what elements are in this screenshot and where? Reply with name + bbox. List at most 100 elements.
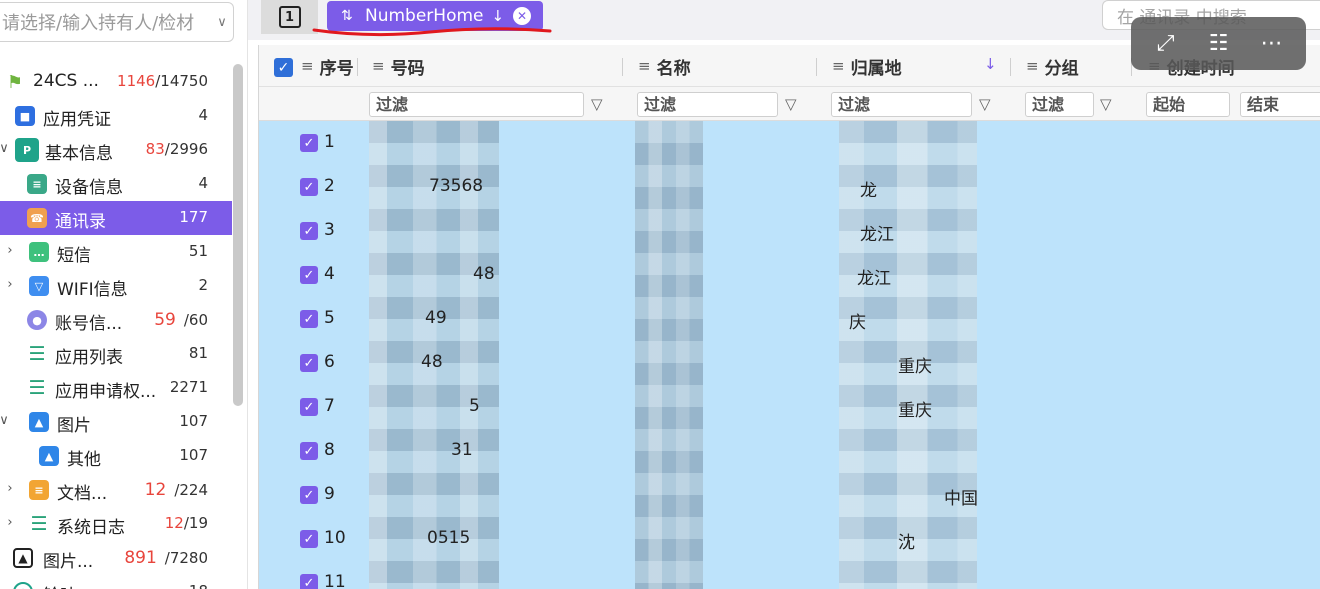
owner-select[interactable]: 请选择/输入持有人/检材 ∨ bbox=[0, 2, 234, 42]
row-checkbox[interactable]: ✓ bbox=[300, 134, 318, 152]
table-row[interactable]: ✓ 10 0515 沈 bbox=[259, 517, 1320, 561]
chevron-right-icon[interactable]: › bbox=[4, 515, 16, 531]
document-icon: ≡ bbox=[29, 480, 49, 500]
table-row[interactable]: ✓ 2 73568 龙 bbox=[259, 165, 1320, 209]
table-row[interactable]: ✓ 7 5 重庆 bbox=[259, 385, 1320, 429]
tree-item-device[interactable]: ⚑ 24CS ... 1146/14750 bbox=[0, 65, 232, 99]
column-menu-icon[interactable]: ≡ bbox=[301, 57, 314, 75]
expand-icon[interactable]: ⤢ bbox=[1151, 29, 1181, 59]
tree-item-count: 177 bbox=[179, 208, 208, 226]
tree-item-basic-info[interactable]: ∨ P 基本信息 83/2996 bbox=[0, 133, 232, 167]
filter-row: 过滤 ▽ 过滤 ▽ 过滤 ▽ 过滤 ▽ 起始 结束 bbox=[259, 87, 1320, 121]
owner-select-placeholder: 请选择/输入持有人/检材 bbox=[2, 13, 195, 34]
text-recognize-icon[interactable]: ☷ bbox=[1204, 29, 1234, 59]
column-separator[interactable] bbox=[622, 58, 623, 76]
tree-item-count: 891/7280 bbox=[124, 548, 208, 568]
tree-item-documents[interactable]: › ≡ 文档... 12/224 bbox=[0, 473, 232, 507]
filter-input-name[interactable]: 过滤 bbox=[637, 92, 778, 117]
tree-item-label: 应用凭证 bbox=[43, 110, 111, 130]
filter-input-group[interactable]: 过滤 bbox=[1025, 92, 1094, 117]
red-underline-annotation bbox=[312, 27, 552, 37]
contacts-icon: ☎ bbox=[27, 208, 47, 228]
tree-item-images[interactable]: ∨ ▲ 图片 107 bbox=[0, 405, 232, 439]
tree-item-system-log[interactable]: › ☰ 系统日志 12/19 bbox=[0, 507, 232, 541]
column-menu-icon[interactable]: ≡ bbox=[638, 57, 651, 75]
tree-item-count: 2 bbox=[198, 276, 208, 294]
chevron-right-icon[interactable]: › bbox=[4, 243, 16, 259]
filter-input-number[interactable]: 过滤 bbox=[369, 92, 584, 117]
app-list-icon: ☰ bbox=[28, 343, 46, 365]
filter-icon[interactable]: ▽ bbox=[785, 95, 797, 113]
chevron-down-icon[interactable]: ∨ bbox=[0, 141, 10, 157]
cell-location: 重庆 bbox=[898, 357, 932, 377]
window-control-overlay: ⤢ ☷ ⋯ bbox=[1131, 17, 1306, 70]
row-checkbox[interactable]: ✓ bbox=[300, 354, 318, 372]
row-checkbox[interactable]: ✓ bbox=[300, 442, 318, 460]
chevron-right-icon[interactable]: › bbox=[4, 277, 16, 293]
tree-item-app-list[interactable]: ☰ 应用列表 81 bbox=[0, 337, 232, 371]
table-row[interactable]: ✓ 9 中国 bbox=[259, 473, 1320, 517]
filter-input-location[interactable]: 过滤 bbox=[831, 92, 972, 117]
tree-item-app-credential[interactable]: ■ 应用凭证 4 bbox=[0, 99, 232, 133]
chevron-right-icon[interactable]: › bbox=[4, 481, 16, 497]
tree-item-ringtones[interactable]: ◉ 铃吐 18 bbox=[0, 575, 232, 589]
tree-item-wifi[interactable]: › ▽ WIFI信息 2 bbox=[0, 269, 232, 303]
table-row[interactable]: ✓ 3 龙江 bbox=[259, 209, 1320, 253]
column-menu-icon[interactable]: ≡ bbox=[832, 57, 845, 75]
row-checkbox[interactable]: ✓ bbox=[300, 486, 318, 504]
filter-icon[interactable]: ▽ bbox=[979, 95, 991, 113]
column-header-number[interactable]: ≡ 号码 bbox=[372, 45, 425, 87]
row-checkbox[interactable]: ✓ bbox=[300, 222, 318, 240]
cell-location: 龙江 bbox=[857, 269, 891, 289]
column-header-index[interactable]: ≡ 序号 bbox=[301, 45, 354, 87]
tree-item-photos[interactable]: ▲ 图片... 891/7280 bbox=[0, 541, 232, 575]
tree-item-count: 51 bbox=[188, 242, 208, 260]
table-row[interactable]: ✓ 1 bbox=[259, 121, 1320, 165]
table-row[interactable]: ✓ 6 48 重庆 bbox=[259, 341, 1320, 385]
table-row[interactable]: ✓ 4 48 龙江 bbox=[259, 253, 1320, 297]
tree-item-device-info[interactable]: ≡ 设备信息 4 bbox=[0, 167, 232, 201]
row-checkbox[interactable]: ✓ bbox=[300, 310, 318, 328]
chevron-down-icon[interactable]: ∨ bbox=[211, 15, 233, 30]
column-menu-icon[interactable]: ≡ bbox=[372, 57, 385, 75]
filter-input-start-time[interactable]: 起始 bbox=[1146, 92, 1230, 117]
table-row[interactable]: ✓ 5 49 庆 bbox=[259, 297, 1320, 341]
column-header-location[interactable]: ≡ 归属地 bbox=[832, 45, 902, 87]
column-header-group[interactable]: ≡ 分组 bbox=[1026, 45, 1079, 87]
row-checkbox[interactable]: ✓ bbox=[300, 398, 318, 416]
tree-item-label: 文档... bbox=[57, 484, 108, 504]
row-checkbox[interactable]: ✓ bbox=[300, 574, 318, 589]
column-separator[interactable] bbox=[357, 58, 358, 76]
column-menu-icon[interactable]: ≡ bbox=[1026, 57, 1039, 75]
tree-item-label: 其他 bbox=[67, 450, 101, 470]
cell-number: 49 bbox=[425, 308, 447, 328]
column-separator[interactable] bbox=[1010, 58, 1011, 76]
tree-item-contacts[interactable]: ☎ 通讯录 177 bbox=[0, 201, 232, 235]
row-checkbox[interactable]: ✓ bbox=[300, 530, 318, 548]
sort-desc-icon[interactable]: ↓ bbox=[984, 55, 997, 73]
app-window: 请选择/输入持有人/检材 ∨ ⚑ 24CS ... 1146/14750 ■ 应… bbox=[0, 0, 1320, 589]
sidebar-scrollbar[interactable] bbox=[233, 64, 243, 406]
account-icon: ● bbox=[27, 310, 47, 330]
row-checkbox[interactable]: ✓ bbox=[300, 178, 318, 196]
tree-item-app-permission[interactable]: ☰ 应用申请权... 2271 bbox=[0, 371, 232, 405]
cell-location: 重庆 bbox=[898, 401, 932, 421]
chevron-down-icon[interactable]: ∨ bbox=[0, 413, 10, 429]
filter-icon[interactable]: ▽ bbox=[591, 95, 603, 113]
table-row[interactable]: ✓ 11 bbox=[259, 561, 1320, 589]
select-all-checkbox[interactable]: ✓ bbox=[274, 58, 293, 77]
row-checkbox[interactable]: ✓ bbox=[300, 266, 318, 284]
column-separator[interactable] bbox=[816, 58, 817, 76]
table-row[interactable]: ✓ 8 31 bbox=[259, 429, 1320, 473]
tree-item-images-other[interactable]: ▲ 其他 107 bbox=[0, 439, 232, 473]
close-icon[interactable]: ✕ bbox=[513, 7, 531, 25]
sidebar: 请选择/输入持有人/检材 ∨ ⚑ 24CS ... 1146/14750 ■ 应… bbox=[0, 0, 248, 589]
filter-icon[interactable]: ▽ bbox=[1100, 95, 1112, 113]
ring-icon: ◉ bbox=[13, 582, 33, 589]
more-icon[interactable]: ⋯ bbox=[1257, 29, 1287, 59]
tree-item-label: 系统日志 bbox=[57, 518, 125, 538]
tree-item-account[interactable]: ● 账号信... 59/60 bbox=[0, 303, 232, 337]
column-header-name[interactable]: ≡ 名称 bbox=[638, 45, 691, 87]
filter-input-end-time[interactable]: 结束 bbox=[1240, 92, 1320, 117]
tree-item-sms[interactable]: › … 短信 51 bbox=[0, 235, 232, 269]
